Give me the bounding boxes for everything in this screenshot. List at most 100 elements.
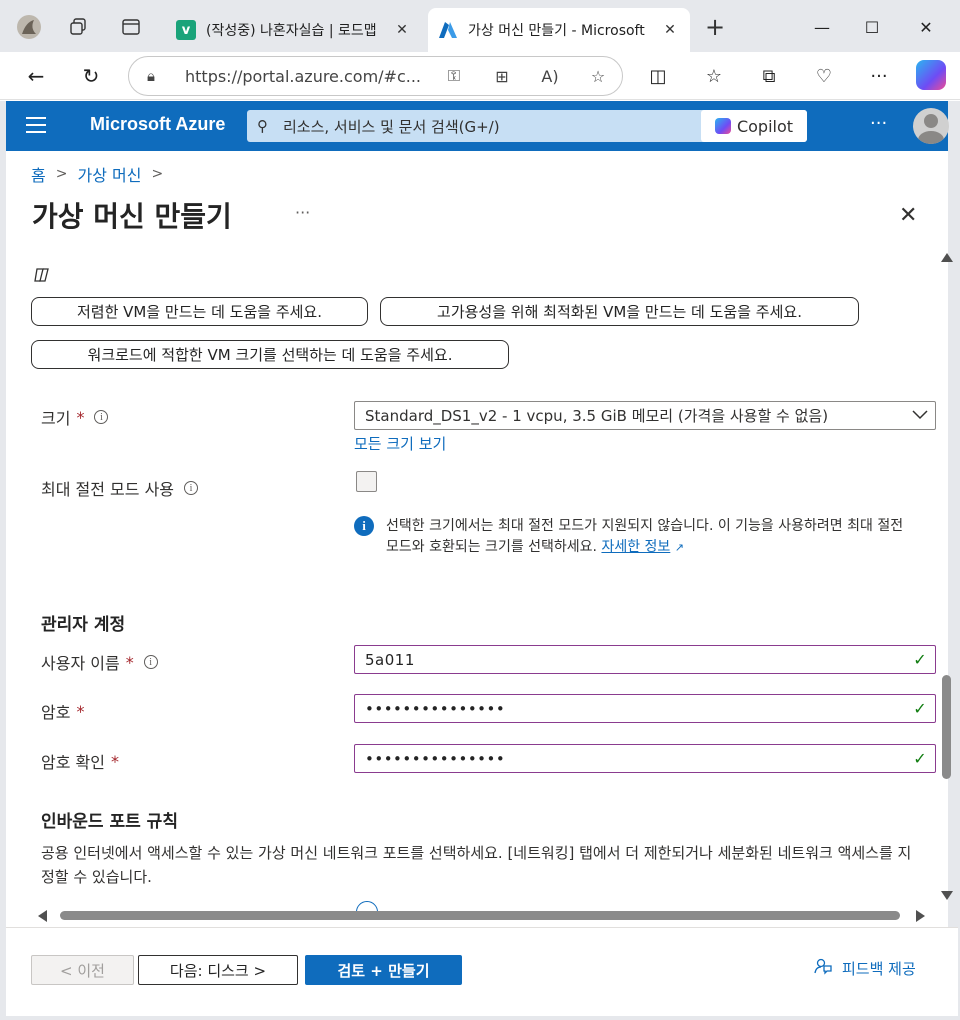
favorite-star-icon[interactable]: ☆	[574, 67, 622, 86]
tab-actions-icon[interactable]	[116, 12, 146, 42]
feedback-label: 피드백 제공	[842, 959, 916, 978]
suggestion-chip[interactable]: 워크로드에 적합한 VM 크기를 선택하는 데 도움을 주세요.	[31, 340, 509, 369]
tab-close-icon[interactable]: ✕	[660, 22, 680, 38]
breadcrumb-home[interactable]: 홈	[31, 162, 46, 186]
password-value: •••••••••••••••	[365, 699, 506, 718]
vertical-scrollbar[interactable]	[940, 251, 954, 917]
page-title: 가상 머신 만들기	[32, 200, 232, 233]
username-label: 사용자 이름 * i	[41, 650, 158, 674]
feedback-icon	[814, 957, 832, 979]
search-placeholder: 리소스, 서비스 및 문서 검색(G+/)	[283, 117, 500, 136]
chevron-right-icon: >	[151, 166, 164, 182]
username-input[interactable]: 5a011 ✓	[354, 645, 936, 674]
profile-icon[interactable]	[14, 12, 44, 42]
azure-header: Microsoft Azure ⚲ 리소스, 서비스 및 문서 검색(G+/) …	[6, 101, 949, 151]
previous-button[interactable]: < 이전	[31, 955, 134, 985]
required-marker: *	[125, 652, 134, 672]
hibernate-label: 최대 절전 모드 사용 i	[41, 476, 199, 500]
scroll-down-arrow-icon[interactable]	[941, 891, 953, 900]
breadcrumb-vms[interactable]: 가상 머신	[77, 162, 141, 186]
confirm-password-input[interactable]: ••••••••••••••• ✓	[354, 744, 936, 773]
refresh-icon[interactable]: ↻	[76, 61, 106, 91]
minimize-button[interactable]: —	[802, 12, 842, 42]
new-tab-button[interactable]: +	[700, 12, 730, 42]
size-label: 크기 * i	[41, 405, 109, 429]
size-select[interactable]: Standard_DS1_v2 - 1 vcpu, 3.5 GiB 메모리 (가…	[354, 401, 936, 430]
confirm-password-label: 암호 확인 *	[41, 749, 119, 773]
key-icon[interactable]: ⚿	[430, 66, 478, 86]
settings-more-icon[interactable]: ···	[864, 61, 894, 91]
username-value: 5a011	[365, 650, 415, 669]
breadcrumb: 홈 > 가상 머신 >	[31, 162, 173, 186]
header-more-button[interactable]: ···	[870, 113, 887, 134]
info-icon[interactable]: i	[184, 481, 199, 495]
favorites-icon[interactable]: ☆	[699, 61, 729, 91]
size-label-text: 크기	[41, 409, 71, 428]
scrollbar-thumb[interactable]	[60, 911, 900, 920]
browser-essentials-icon[interactable]: ♡	[809, 61, 839, 91]
address-field[interactable]: 🔒︎ https://portal.azure.com/#c... ⚿ ⊞ A)…	[128, 56, 623, 96]
password-label: 암호 *	[41, 699, 84, 723]
window-frame	[0, 1016, 960, 1020]
see-all-sizes-link[interactable]: 모든 크기 보기	[354, 433, 446, 454]
footer-bar: < 이전 다음: 디스크 > 검토 + 만들기 피드백 제공	[6, 927, 958, 1020]
workspaces-icon[interactable]	[63, 12, 93, 42]
required-marker: *	[110, 751, 119, 771]
scroll-left-arrow-icon[interactable]	[38, 910, 47, 922]
info-filled-icon: i	[354, 516, 374, 536]
browser-tab-bar: v (작성중) 나혼자실습 | 로드맵 ✕ 가상 머신 만들기 - Micros…	[0, 0, 960, 52]
split-screen-icon[interactable]: ◫	[643, 61, 673, 91]
read-aloud-icon[interactable]: A)	[526, 67, 574, 86]
next-disks-button[interactable]: 다음: 디스크 >	[138, 955, 298, 985]
avatar[interactable]	[913, 108, 949, 144]
suggestion-chip[interactable]: 고가용성을 위해 최적화된 VM을 만드는 데 도움을 주세요.	[380, 297, 859, 326]
scrollbar-thumb[interactable]	[942, 675, 951, 779]
size-value: Standard_DS1_v2 - 1 vcpu, 3.5 GiB 메모리 (가…	[365, 407, 829, 425]
suggestion-chip[interactable]: 저렴한 VM을 만드는 데 도움을 주세요.	[31, 297, 368, 326]
password-label-text: 암호	[41, 703, 71, 722]
close-blade-button[interactable]: ✕	[899, 203, 917, 228]
horizontal-scrollbar[interactable]	[36, 908, 932, 922]
form-scroll-area[interactable]: 저렴한 VM을 만드는 데 도움을 주세요. 고가용성을 위해 최적화된 VM을…	[6, 251, 958, 917]
edge-copilot-icon[interactable]	[916, 60, 946, 90]
review-create-button[interactable]: 검토 + 만들기	[305, 955, 462, 985]
tab-title: 가상 머신 만들기 - Microsoft	[468, 23, 645, 39]
copilot-button[interactable]: Copilot	[701, 110, 807, 142]
tab-create-vm[interactable]: 가상 머신 만들기 - Microsoft ✕	[428, 8, 690, 52]
hibernate-checkbox[interactable]	[356, 471, 377, 492]
learn-more-link[interactable]: 자세한 정보	[601, 539, 670, 555]
inbound-rules-heading: 인바운드 포트 규칙	[41, 812, 178, 832]
required-marker: *	[76, 701, 85, 721]
hibernate-label-text: 최대 절전 모드 사용	[41, 480, 175, 499]
external-link-icon: ↗	[674, 541, 684, 554]
azure-brand[interactable]: Microsoft Azure	[90, 114, 225, 135]
info-icon[interactable]: i	[143, 655, 158, 669]
required-marker: *	[76, 407, 85, 427]
feedback-link[interactable]: 피드백 제공	[814, 957, 916, 979]
tab-roadmap[interactable]: v (작성중) 나혼자실습 | 로드맵 ✕	[166, 8, 422, 52]
title-more-button[interactable]: ···	[295, 203, 310, 222]
window-close-button[interactable]: ✕	[906, 12, 946, 42]
copilot-label: Copilot	[736, 116, 794, 136]
scroll-right-arrow-icon[interactable]	[916, 910, 925, 922]
info-icon[interactable]: i	[94, 410, 109, 424]
copilot-icon	[33, 267, 50, 287]
inbound-rules-description: 공용 인터넷에서 액세스할 수 있는 가상 머신 네트워크 포트를 선택하세요.…	[41, 844, 912, 886]
note-text: 선택한 크기에서는 최대 절전 모드가 지원되지 않습니다. 이 기능을 사용하…	[386, 516, 914, 558]
tab-close-icon[interactable]: ✕	[392, 22, 412, 38]
lock-icon[interactable]: 🔒︎	[147, 67, 169, 85]
chevron-right-icon: >	[55, 166, 68, 182]
username-label-text: 사용자 이름	[41, 654, 120, 673]
collections-icon[interactable]: ⧉	[754, 61, 784, 91]
back-arrow-icon[interactable]: ←	[21, 61, 51, 91]
maximize-button[interactable]: ☐	[852, 12, 892, 42]
app-icon[interactable]: ⊞	[478, 67, 526, 86]
chevron-down-icon	[905, 408, 935, 424]
tab-title: (작성중) 나혼자실습 | 로드맵	[206, 23, 377, 39]
hamburger-menu-icon[interactable]	[26, 115, 46, 135]
scroll-up-arrow-icon[interactable]	[941, 253, 953, 262]
checkmark-icon: ✓	[913, 650, 927, 669]
password-input[interactable]: ••••••••••••••• ✓	[354, 694, 936, 723]
azure-favicon-icon	[438, 20, 458, 40]
address-toolbar: ← ↻ 🔒︎ https://portal.azure.com/#c... ⚿ …	[0, 52, 960, 100]
